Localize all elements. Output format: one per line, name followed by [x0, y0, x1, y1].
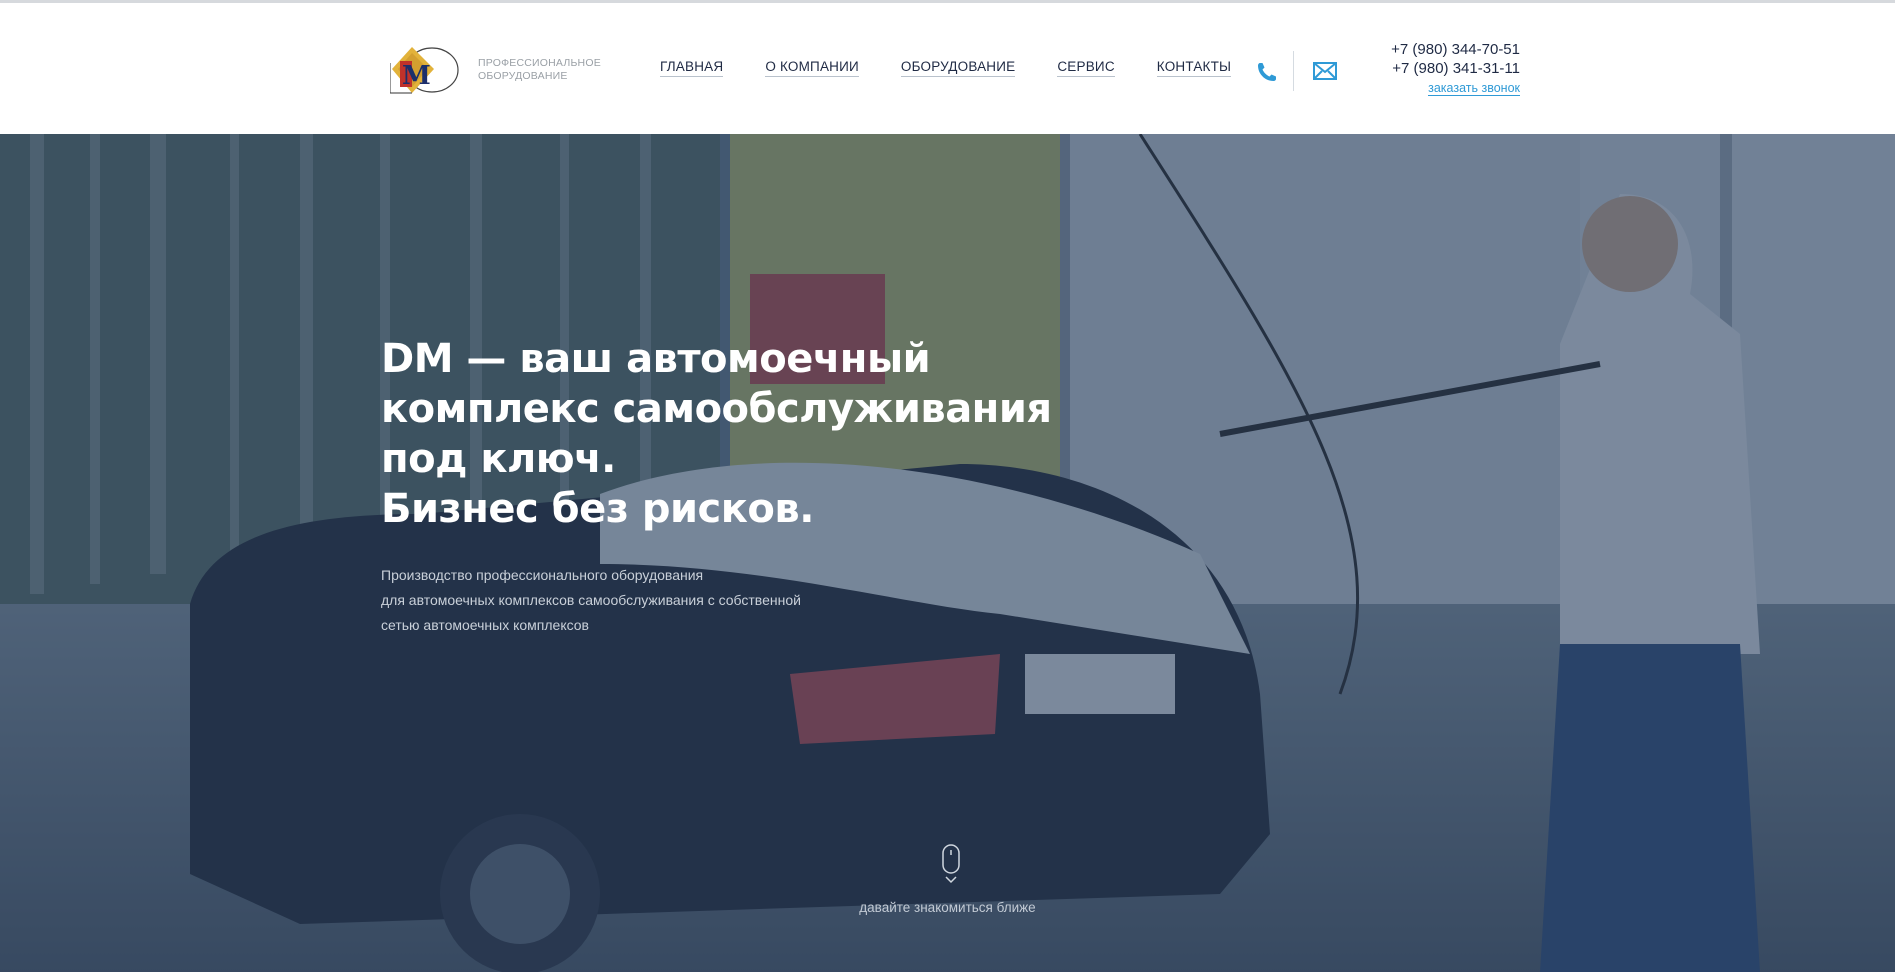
hero-title-line: DM — ваш автомоечный [381, 336, 931, 382]
main-nav: ГЛАВНАЯ О КОМПАНИИ ОБОРУДОВАНИЕ СЕРВИС К… [660, 59, 1232, 77]
callback-link[interactable]: заказать звонок [1428, 81, 1520, 96]
nav-item-home[interactable]: ГЛАВНАЯ [660, 59, 724, 77]
phone-icon[interactable] [1255, 60, 1279, 84]
nav-item-service[interactable]: СЕРВИС [1057, 59, 1115, 77]
hero-subtitle-line: Производство профессионального оборудова… [381, 567, 704, 583]
hero-title-line: под ключ. [381, 436, 616, 482]
logo-tagline: ПРОФЕССИОНАЛЬНОЕ ОБОРУДОВАНИЕ [478, 57, 601, 83]
hero-section: DM — ваш автомоечный комплекс самообслуж… [0, 134, 1895, 972]
mail-icon[interactable] [1312, 60, 1338, 82]
hero-subtitle: Производство профессионального оборудова… [381, 563, 881, 638]
tagline-line: ОБОРУДОВАНИЕ [478, 70, 568, 82]
tagline-line: ПРОФЕССИОНАЛЬНОЕ [478, 57, 601, 69]
mouse-icon[interactable] [941, 844, 961, 884]
logo-emblem-icon: M [389, 47, 459, 94]
nav-item-about[interactable]: О КОМПАНИИ [765, 59, 859, 77]
nav-item-contacts[interactable]: КОНТАКТЫ [1156, 59, 1232, 77]
phone-number[interactable]: +7 (980) 341-31-11 [1391, 59, 1520, 78]
hero-title-line: Бизнес без рисков. [381, 486, 814, 532]
nav-item-equipment[interactable]: ОБОРУДОВАНИЕ [900, 59, 1016, 77]
scroll-hint[interactable]: давайте знакомиться ближе [0, 900, 1895, 915]
hero-subtitle-line: для автомоечных комплексов самообслужива… [381, 592, 801, 608]
logo[interactable]: M [389, 43, 462, 99]
header-contacts: +7 (980) 344-70-51 +7 (980) 341-31-11 за… [1391, 40, 1520, 97]
site-header: M ПРОФЕССИОНАЛЬНОЕ ОБОРУДОВАНИЕ ГЛАВНАЯ … [0, 3, 1895, 134]
hero-subtitle-line: сетью автомоечных комплексов [381, 617, 589, 633]
hero-title: DM — ваш автомоечный комплекс самообслуж… [381, 334, 1081, 534]
svg-text:M: M [402, 61, 431, 91]
hero-title-line: комплекс самообслуживания [381, 386, 1052, 432]
phone-number[interactable]: +7 (980) 344-70-51 [1391, 40, 1520, 59]
icon-divider [1293, 51, 1294, 91]
